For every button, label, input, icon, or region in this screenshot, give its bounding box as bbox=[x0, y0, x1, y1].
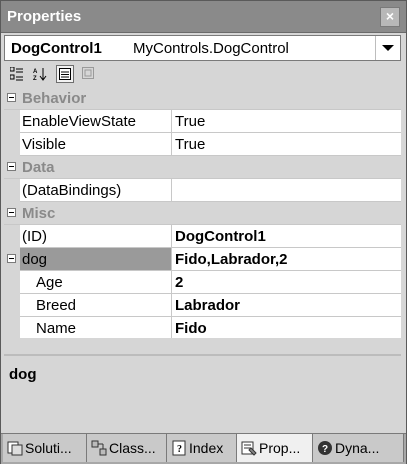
property-row-enable-view-state[interactable]: EnableViewState True bbox=[4, 110, 401, 133]
property-name: dog bbox=[22, 251, 48, 268]
grid-footer bbox=[4, 338, 401, 342]
properties-button[interactable] bbox=[56, 65, 74, 83]
property-row-breed[interactable]: Breed Labrador bbox=[4, 294, 401, 317]
property-name: Visible bbox=[22, 136, 66, 153]
row-gutter bbox=[4, 225, 20, 248]
tab-label: Class... bbox=[109, 440, 156, 456]
property-row-dog[interactable]: dog Fido,Labrador,2 bbox=[4, 248, 401, 271]
column-divider bbox=[171, 133, 172, 156]
tab-index[interactable]: ? Index bbox=[167, 434, 237, 462]
property-value[interactable]: Fido bbox=[175, 320, 207, 337]
column-divider bbox=[171, 317, 172, 340]
solution-icon bbox=[7, 441, 23, 456]
svg-text:A: A bbox=[33, 69, 38, 75]
column-divider bbox=[171, 271, 172, 294]
dynamic-help-icon: ? bbox=[318, 441, 332, 455]
tab-class-view[interactable]: Class... bbox=[87, 434, 167, 462]
property-value[interactable]: DogControl1 bbox=[175, 228, 266, 245]
property-row-age[interactable]: Age 2 bbox=[4, 271, 401, 294]
alphabetical-button[interactable]: A Z bbox=[31, 65, 49, 83]
tab-label: Index bbox=[189, 440, 224, 456]
tab-dynamic-help[interactable]: ? Dyna... bbox=[313, 434, 404, 462]
object-selector[interactable]: DogControl1 MyControls.DogControl bbox=[4, 35, 401, 61]
collapse-icon[interactable] bbox=[7, 208, 16, 217]
property-name: EnableViewState bbox=[22, 113, 136, 130]
tab-properties[interactable]: Prop... bbox=[237, 434, 313, 462]
category-row-data[interactable]: Data bbox=[4, 156, 401, 179]
property-value[interactable]: Labrador bbox=[175, 297, 240, 314]
collapse-icon[interactable] bbox=[7, 93, 16, 102]
svg-text:?: ? bbox=[322, 444, 328, 455]
column-divider bbox=[171, 179, 172, 202]
index-icon: ? bbox=[172, 440, 186, 456]
property-grid: Behavior EnableViewState True Visible Tr… bbox=[4, 87, 401, 342]
tab-label: Soluti... bbox=[25, 440, 72, 456]
close-button[interactable]: × bbox=[380, 7, 400, 27]
description-title: dog bbox=[9, 366, 37, 383]
row-gutter bbox=[4, 271, 20, 294]
collapse-icon[interactable] bbox=[7, 162, 16, 171]
property-toolbar: A Z bbox=[4, 62, 401, 86]
property-value[interactable]: True bbox=[175, 113, 205, 130]
row-gutter bbox=[4, 110, 20, 133]
category-row-misc[interactable]: Misc bbox=[4, 202, 401, 225]
property-value[interactable]: Fido,Labrador,2 bbox=[175, 251, 288, 268]
description-panel: dog bbox=[4, 354, 401, 432]
property-name: (ID) bbox=[22, 228, 47, 245]
properties-icon bbox=[241, 441, 257, 456]
window-title: Properties bbox=[7, 8, 82, 25]
property-row-id[interactable]: (ID) DogControl1 bbox=[4, 225, 401, 248]
column-divider bbox=[171, 110, 172, 133]
bottom-tab-strip: Soluti... Class... ? Index Prop... ? Dyn… bbox=[1, 433, 406, 464]
categorized-button[interactable] bbox=[8, 65, 26, 83]
collapse-icon[interactable] bbox=[7, 254, 16, 263]
row-gutter bbox=[4, 179, 20, 202]
tab-solution-explorer[interactable]: Soluti... bbox=[3, 434, 87, 462]
row-gutter bbox=[4, 294, 20, 317]
category-row-behavior[interactable]: Behavior bbox=[4, 87, 401, 110]
tab-label: Dyna... bbox=[335, 440, 380, 456]
events-icon bbox=[82, 67, 94, 79]
row-gutter bbox=[4, 317, 20, 340]
property-name: Name bbox=[36, 320, 77, 337]
category-label: Data bbox=[22, 159, 55, 176]
column-divider bbox=[171, 225, 172, 248]
category-label: Behavior bbox=[22, 90, 87, 107]
property-row-name[interactable]: Name Fido bbox=[4, 317, 401, 340]
property-name: Age bbox=[36, 274, 63, 291]
row-gutter bbox=[4, 133, 20, 156]
svg-text:Z: Z bbox=[33, 76, 37, 81]
column-divider bbox=[171, 248, 172, 271]
object-type: MyControls.DogControl bbox=[133, 40, 289, 57]
properties-window: Properties × DogControl1 MyControls.DogC… bbox=[0, 0, 407, 464]
category-label: Misc bbox=[22, 205, 56, 222]
object-selector-dropdown-button[interactable] bbox=[375, 36, 400, 60]
object-name: DogControl1 bbox=[11, 40, 102, 57]
property-value[interactable]: True bbox=[175, 136, 205, 153]
tab-label: Prop... bbox=[259, 440, 301, 456]
chevron-down-icon bbox=[382, 45, 394, 51]
title-bar: Properties × bbox=[1, 1, 406, 33]
alphabetical-icon: A Z bbox=[33, 68, 47, 81]
column-divider bbox=[171, 294, 172, 317]
property-name: Breed bbox=[36, 297, 77, 314]
svg-text:?: ? bbox=[177, 444, 182, 455]
events-button[interactable] bbox=[80, 65, 98, 83]
properties-icon bbox=[59, 68, 71, 80]
property-row-visible[interactable]: Visible True bbox=[4, 133, 401, 156]
class-view-icon bbox=[91, 440, 107, 456]
property-value[interactable]: 2 bbox=[175, 274, 183, 291]
property-name: (DataBindings) bbox=[22, 182, 122, 199]
property-row-data-bindings[interactable]: (DataBindings) bbox=[4, 179, 401, 202]
categorized-icon bbox=[10, 67, 23, 81]
